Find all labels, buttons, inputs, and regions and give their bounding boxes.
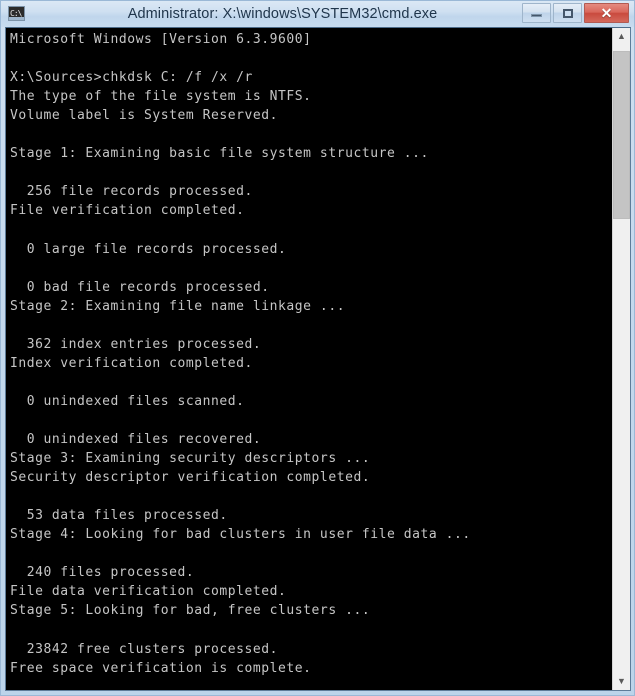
console-line: Stage 3: Examining security descriptors … <box>10 451 371 467</box>
minimize-icon <box>531 14 542 17</box>
console-scrollbar[interactable]: ▲ ▼ <box>612 28 630 690</box>
console-line: 0 unindexed files recovered. <box>10 431 262 447</box>
console-line: X:\Sources>chkdsk C: /f /x /r <box>10 70 253 86</box>
cmd-icon-base <box>9 17 24 20</box>
window-title-bar[interactable]: C:\ Administrator: X:\windows\SYSTEM32\c… <box>1 1 634 27</box>
scroll-down-button[interactable]: ▼ <box>613 673 630 690</box>
console-line: 256 file records processed. <box>10 184 253 200</box>
console-line: Microsoft Windows [Version 6.3.9600] <box>10 32 312 47</box>
console-area: Microsoft Windows [Version 6.3.9600] X:\S… <box>1 27 634 695</box>
console-line: Stage 5: Looking for bad, free clusters … <box>10 603 371 619</box>
maximize-icon <box>562 8 573 18</box>
console-line: File data verification completed. <box>10 584 287 600</box>
console-line: File verification completed. <box>10 203 245 219</box>
console-frame: Microsoft Windows [Version 6.3.9600] X:\S… <box>5 27 631 691</box>
scroll-up-button[interactable]: ▲ <box>613 28 630 45</box>
console-line: 0 bad file records processed. <box>10 279 270 295</box>
console-output[interactable]: Microsoft Windows [Version 6.3.9600] X:\S… <box>6 28 612 690</box>
scrollbar-thumb[interactable] <box>613 51 630 219</box>
close-button[interactable]: ✕ <box>584 3 629 23</box>
console-line: 53 data files processed. <box>10 508 228 524</box>
console-line: Stage 2: Examining file name linkage ... <box>10 298 346 314</box>
window-controls: ✕ <box>522 3 629 23</box>
console-line: 240 files processed. <box>10 565 195 581</box>
scrollbar-track[interactable] <box>613 45 630 673</box>
console-line: 0 unindexed files scanned. <box>10 393 245 409</box>
console-line: Security descriptor verification complet… <box>10 470 371 486</box>
maximize-button[interactable] <box>553 3 582 23</box>
cmd-window: C:\ Administrator: X:\windows\SYSTEM32\c… <box>0 0 635 696</box>
minimize-button[interactable] <box>522 3 551 23</box>
console-line: 362 index entries processed. <box>10 336 262 352</box>
console-line: 23842 free clusters processed. <box>10 641 279 657</box>
console-line: Free space verification is complete. <box>10 660 312 676</box>
console-line: Index verification completed. <box>10 355 253 371</box>
console-line: The type of the file system is NTFS. <box>10 89 312 105</box>
console-line: Volume label is System Reserved. <box>10 108 279 124</box>
cmd-icon: C:\ <box>8 6 25 21</box>
console-line: Stage 4: Looking for bad clusters in use… <box>10 527 471 543</box>
console-line: Stage 1: Examining basic file system str… <box>10 146 429 162</box>
console-line: 0 large file records processed. <box>10 241 287 257</box>
close-icon: ✕ <box>600 5 613 21</box>
